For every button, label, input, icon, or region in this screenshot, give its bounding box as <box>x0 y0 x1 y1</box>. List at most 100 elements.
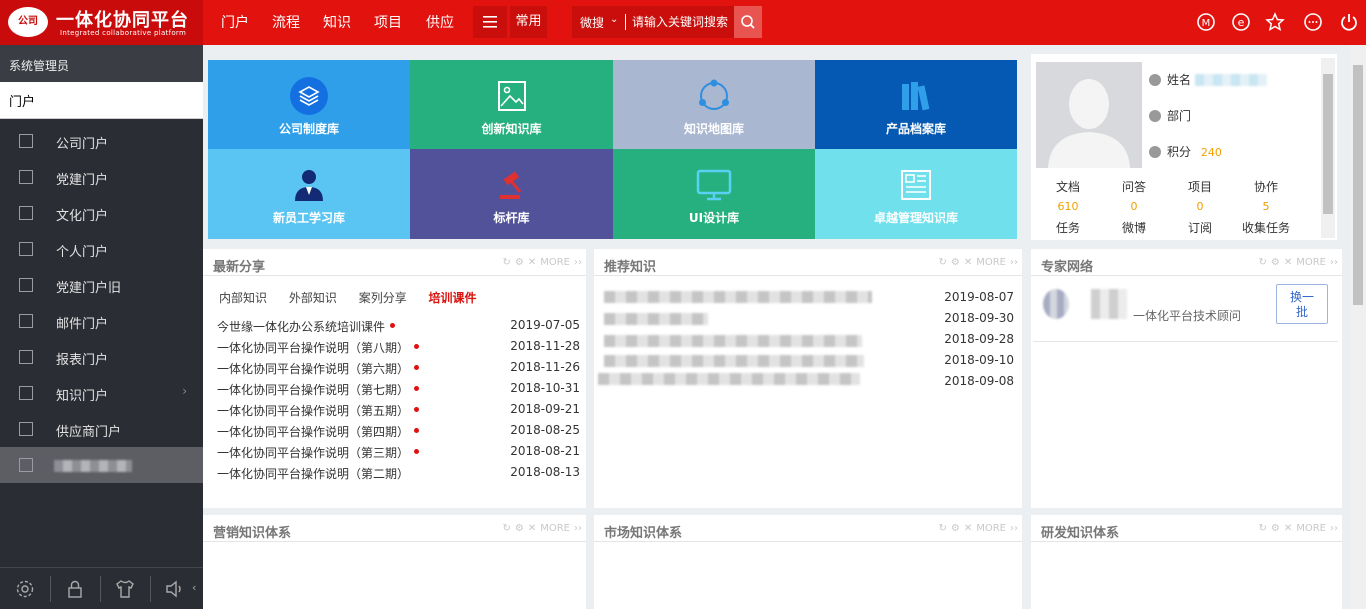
sidebar-item-report-portal[interactable]: 报表门户 <box>0 339 203 375</box>
gear-icon[interactable]: ⚙ <box>1271 523 1280 534</box>
stat-docs[interactable]: 文档 <box>1038 178 1098 195</box>
nav-project[interactable]: 项目 <box>374 12 402 32</box>
refresh-icon[interactable]: ↻ <box>938 257 946 268</box>
refresh-icon[interactable]: ↻ <box>502 523 510 534</box>
refresh-icon[interactable]: ↻ <box>1258 523 1266 534</box>
sidebar-item-supplier-portal[interactable]: 供应商门户 <box>0 411 203 447</box>
nav-supply[interactable]: 供应 <box>426 12 454 32</box>
more-link[interactable]: MORE <box>976 523 1006 534</box>
menu-button[interactable] <box>473 6 507 38</box>
tile-label: 公司制度库 <box>278 122 339 136</box>
speaker-icon[interactable] <box>164 578 186 600</box>
sidebar-item-personal-portal[interactable]: 个人门户 <box>0 231 203 267</box>
search-scope[interactable]: 微搜 <box>580 14 604 31</box>
tab-training[interactable]: 培训课件 <box>429 291 477 305</box>
refresh-icon[interactable]: ↻ <box>938 523 946 534</box>
tile-knowledge-map[interactable]: 知识地图库 <box>613 60 815 149</box>
refresh-icon[interactable]: ↻ <box>1258 257 1266 268</box>
tile-excellence[interactable]: 卓越管理知识库 <box>815 149 1017 239</box>
close-icon[interactable]: ✕ <box>964 523 972 534</box>
settings-icon[interactable] <box>14 578 36 600</box>
tile-innovation[interactable]: 创新知识库 <box>410 60 613 149</box>
more-link[interactable]: MORE <box>540 257 570 268</box>
tile-product-archive[interactable]: 产品档案库 <box>815 60 1017 149</box>
more-link[interactable]: MORE <box>1296 257 1326 268</box>
sidebar-item-culture-portal[interactable]: 文化门户 <box>0 195 203 231</box>
stat-weibo[interactable]: 微博 <box>1104 219 1164 236</box>
collapse-icon[interactable]: ‹ <box>192 581 196 594</box>
tile-new-staff[interactable]: 新员工学习库 <box>208 149 410 239</box>
list-item[interactable]: 一体化协同平台操作说明（第四期） 2018-08-25 <box>217 420 580 440</box>
close-icon[interactable]: ✕ <box>528 523 536 534</box>
shirt-icon[interactable] <box>114 578 136 600</box>
sidebar-item-party-portal[interactable]: 党建门户 <box>0 159 203 195</box>
sidebar-item-knowledge-portal[interactable]: 知识门户 › <box>0 375 203 411</box>
gear-icon[interactable]: ⚙ <box>951 257 960 268</box>
stat-tasks[interactable]: 任务 <box>1038 219 1098 236</box>
lock-icon[interactable] <box>64 578 86 600</box>
expert-avatar[interactable] <box>1043 289 1069 319</box>
m-icon[interactable]: M <box>1196 12 1216 32</box>
tab-cases[interactable]: 案列分享 <box>359 291 407 305</box>
star-icon[interactable] <box>1265 12 1285 32</box>
more-arrow-icon[interactable]: ›› <box>574 523 582 534</box>
stat-subscribe[interactable]: 订阅 <box>1170 219 1230 236</box>
stat-collect-tasks[interactable]: 收集任务 <box>1236 219 1296 236</box>
avatar[interactable] <box>1036 62 1142 168</box>
refresh-batch-button[interactable]: 换一批 <box>1276 284 1328 324</box>
sidebar-item-party-portal-old[interactable]: 党建门户旧 <box>0 267 203 303</box>
list-item[interactable]: 一体化协同平台操作说明（第八期） 2018-11-28 <box>217 336 580 356</box>
refresh-icon[interactable]: ↻ <box>502 257 510 268</box>
tile-ui-design[interactable]: UI设计库 <box>613 149 815 239</box>
e-icon[interactable]: e <box>1231 12 1251 32</box>
sidebar-section-title[interactable]: 门户 <box>0 82 203 119</box>
more-link[interactable]: MORE <box>540 523 570 534</box>
more-arrow-icon[interactable]: ›› <box>1010 257 1018 268</box>
stat-projects[interactable]: 项目 <box>1170 178 1230 195</box>
sidebar-item-redacted[interactable] <box>0 447 203 483</box>
more-link[interactable]: MORE <box>1296 523 1326 534</box>
nav-knowledge[interactable]: 知识 <box>323 12 351 32</box>
sidebar-item-mail-portal[interactable]: 邮件门户 <box>0 303 203 339</box>
close-icon[interactable]: ✕ <box>964 257 972 268</box>
list-item[interactable]: 一体化协同平台操作说明（第五期） 2018-09-21 <box>217 399 580 419</box>
stat-qa[interactable]: 问答 <box>1104 178 1164 195</box>
search-button[interactable] <box>734 6 762 38</box>
list-item[interactable]: 一体化协同平台操作说明（第三期） 2018-08-21 <box>217 441 580 461</box>
more-arrow-icon[interactable]: ›› <box>1330 257 1338 268</box>
list-item[interactable]: 一体化协同平台操作说明（第二期） 2018-08-13 <box>217 462 580 482</box>
list-item[interactable]: 一体化协同平台操作说明（第七期） 2018-10-31 <box>217 378 580 398</box>
item-title-wrap: 一体化协同平台操作说明（第六期） <box>217 360 420 377</box>
power-icon[interactable] <box>1339 12 1359 32</box>
nav-workflow[interactable]: 流程 <box>272 12 300 32</box>
logo[interactable]: 公司 一体化协同平台 Integrated collaborative plat… <box>0 0 203 45</box>
tab-internal[interactable]: 内部知识 <box>219 291 267 305</box>
common-button[interactable]: 常用 <box>510 6 547 38</box>
list-item[interactable]: 今世缘一体化办公系统培训课件 2019-07-05 <box>217 315 580 335</box>
more-icon[interactable] <box>1303 12 1323 32</box>
page-scrollbar[interactable] <box>1350 45 1366 609</box>
close-icon[interactable]: ✕ <box>1284 523 1292 534</box>
gear-icon[interactable]: ⚙ <box>1271 257 1280 268</box>
tile-company-policy[interactable]: 公司制度库 <box>208 60 410 149</box>
more-link[interactable]: MORE <box>976 257 1006 268</box>
more-arrow-icon[interactable]: ›› <box>1330 523 1338 534</box>
profile-scrollbar[interactable] <box>1321 58 1335 238</box>
search-input[interactable] <box>632 13 732 31</box>
gear-icon[interactable]: ⚙ <box>515 523 524 534</box>
gear-icon[interactable]: ⚙ <box>515 257 524 268</box>
sidebar-item-company-portal[interactable]: 公司门户 <box>0 123 203 159</box>
chevron-down-icon[interactable]: ⌄ <box>610 14 618 25</box>
scrollbar-thumb[interactable] <box>1353 65 1363 305</box>
stat-collab[interactable]: 协作 <box>1236 178 1296 195</box>
tile-benchmark[interactable]: 标杆库 <box>410 149 613 239</box>
gear-icon[interactable]: ⚙ <box>951 523 960 534</box>
more-arrow-icon[interactable]: ›› <box>1010 523 1018 534</box>
nav-portal[interactable]: 门户 <box>221 12 249 32</box>
more-arrow-icon[interactable]: ›› <box>574 257 582 268</box>
scrollbar-thumb[interactable] <box>1323 74 1333 214</box>
close-icon[interactable]: ✕ <box>528 257 536 268</box>
close-icon[interactable]: ✕ <box>1284 257 1292 268</box>
list-item[interactable]: 一体化协同平台操作说明（第六期） 2018-11-26 <box>217 357 580 377</box>
tab-external[interactable]: 外部知识 <box>289 291 337 305</box>
